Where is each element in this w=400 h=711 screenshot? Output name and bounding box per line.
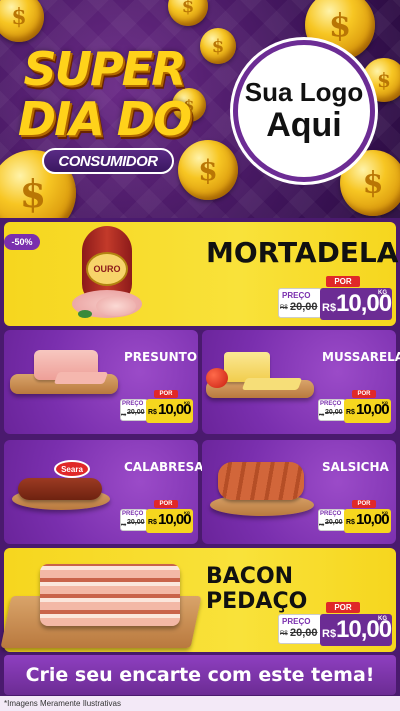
por-label: POR <box>154 500 178 508</box>
preco-label: PREÇO <box>320 401 342 407</box>
currency: R$ <box>148 409 157 416</box>
unit-label: KG <box>378 616 387 622</box>
logo-placeholder: Sua Logo Aqui <box>233 40 375 182</box>
mussarela-slices <box>241 378 303 390</box>
currency: R$ <box>148 519 157 526</box>
unit-label: KG <box>382 400 388 405</box>
product-name-mussarela: MUSSARELA <box>322 350 400 364</box>
price-tag-presunto: POR PREÇO R$ 20,00 R$ 10,00 KG <box>120 390 194 426</box>
currency: R$ <box>322 302 337 314</box>
cta-banner[interactable]: Crie seu encarte com este tema! <box>4 655 396 695</box>
por-label: POR <box>352 390 376 398</box>
mortadela-brand: OURO <box>93 264 121 274</box>
old-currency: R$ <box>280 631 288 637</box>
preco-label: PREÇO <box>320 511 342 517</box>
por-label: POR <box>352 500 376 508</box>
coin-icon: $ <box>168 0 208 26</box>
tomato-icon <box>206 368 228 388</box>
price-tag-calabresa: POR PREÇO R$ 20,00 R$ 10,00 KG <box>120 500 194 536</box>
preco-label: PREÇO <box>282 291 311 300</box>
por-label: POR <box>326 602 360 613</box>
promo-title: SUPER DIA DO CONSUMIDOR <box>14 30 194 180</box>
currency: R$ <box>346 519 355 526</box>
disclaimer-text: *Imagens Meramente Ilustrativas <box>0 696 400 711</box>
preco-label: PREÇO <box>282 617 311 626</box>
price-tag-salsicha: POR PREÇO R$ 20,00 R$ 10,00 KG <box>318 500 392 536</box>
unit-label: KG <box>184 400 190 405</box>
old-price: 20,00 <box>325 519 343 526</box>
unit-label: KG <box>184 510 190 515</box>
product-name-salsicha: SALSICHA <box>322 460 389 474</box>
coin-icon: $ <box>200 28 236 64</box>
product-name-calabresa: CALABRESA <box>124 460 204 474</box>
discount-badge: -50% <box>4 234 40 250</box>
price-tag-mussarela: POR PREÇO R$ 20,00 R$ 10,00 KG <box>318 390 392 426</box>
presunto-slice <box>53 372 109 384</box>
old-currency: R$ <box>319 522 325 527</box>
mortadela-image: OURO <box>72 226 142 322</box>
bacon-slices <box>40 564 180 626</box>
preco-label: PREÇO <box>122 511 144 517</box>
por-label: POR <box>154 390 178 398</box>
calabresa-sausage <box>18 478 102 500</box>
product-name-presunto: PRESUNTO <box>124 350 198 364</box>
price-tag-mortadela: POR PREÇO R$ 20,00 R$ 10,00 KG <box>278 276 392 322</box>
old-price: 20,00 <box>325 409 343 416</box>
old-currency: R$ <box>121 412 127 417</box>
salsicha-pile <box>218 462 304 500</box>
old-currency: R$ <box>280 305 288 311</box>
unit-label: KG <box>378 290 387 296</box>
old-currency: R$ <box>319 412 325 417</box>
header-banner: $ $ $ $ $ $ $ $ $ SUPER DIA DO CONSUMIDO… <box>0 0 400 218</box>
logo-text-line1: Sua Logo <box>244 77 364 107</box>
logo-text-line2: Aqui <box>266 106 342 144</box>
unit-label: KG <box>382 510 388 515</box>
title-consumidor: CONSUMIDOR <box>42 148 174 174</box>
old-price: 20,00 <box>127 519 145 526</box>
seara-logo: Seara <box>54 460 90 478</box>
old-price: 20,00 <box>127 409 145 416</box>
calabresa-brand: Seara <box>61 464 83 474</box>
old-price: 20,00 <box>290 301 318 313</box>
product-name-mortadela: MORTADELA <box>206 236 399 269</box>
preco-label: PREÇO <box>122 401 144 407</box>
currency: R$ <box>346 409 355 416</box>
old-currency: R$ <box>121 522 127 527</box>
old-price: 20,00 <box>290 627 318 639</box>
title-super: SUPER <box>23 42 186 96</box>
price-tag-bacon: POR PREÇO R$ 20,00 R$ 10,00 KG <box>278 602 392 648</box>
currency: R$ <box>322 628 337 640</box>
por-label: POR <box>326 276 360 287</box>
title-dia-do: DIA DO <box>17 92 192 146</box>
